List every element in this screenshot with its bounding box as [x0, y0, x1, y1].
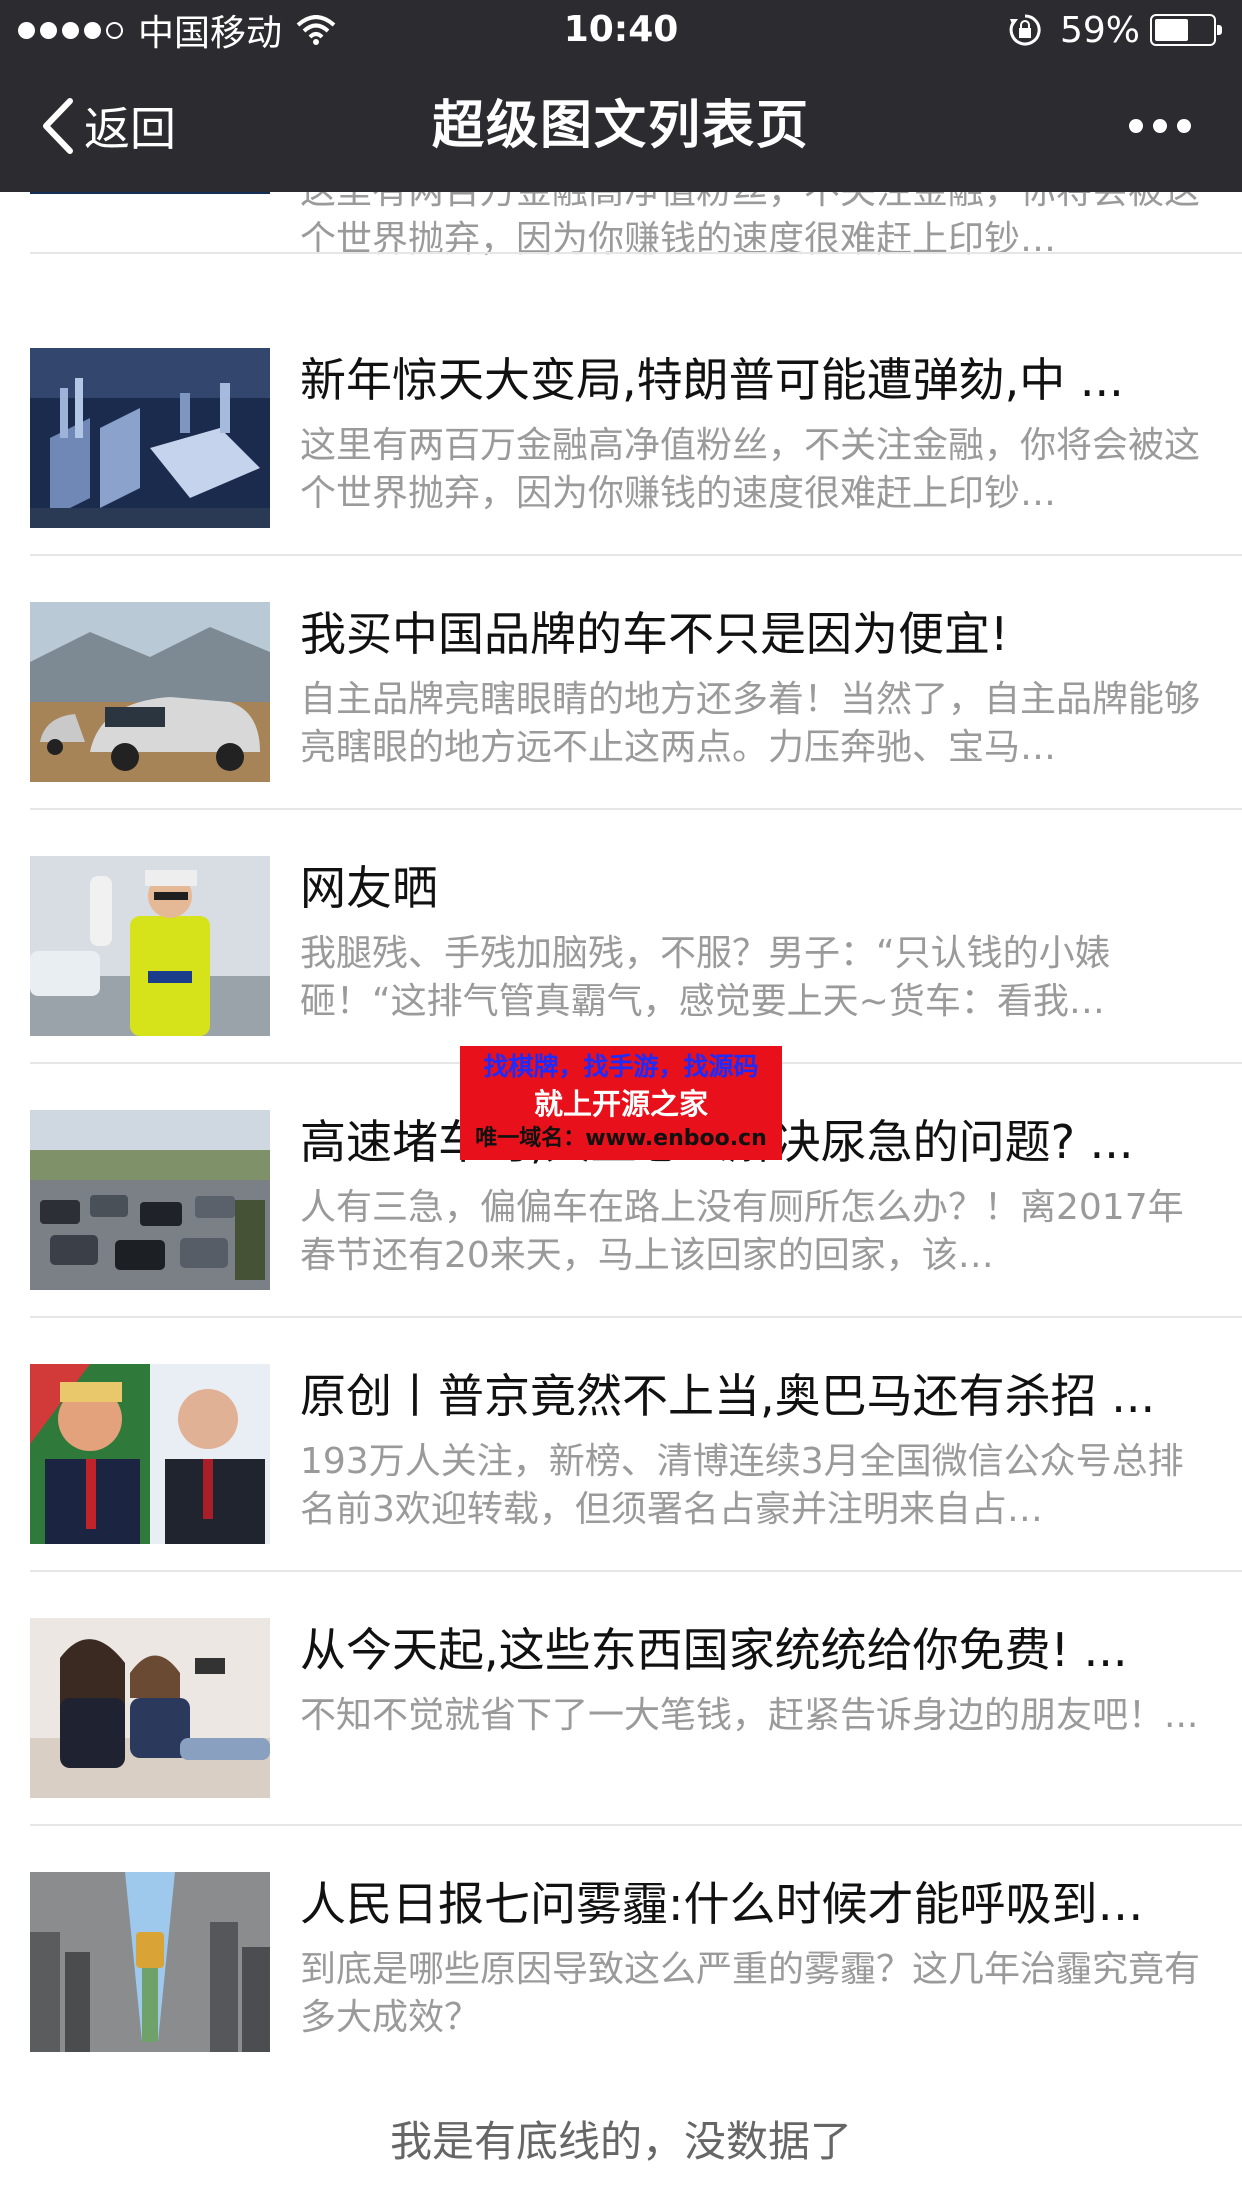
- more-options-icon[interactable]: [1128, 114, 1192, 138]
- item-title: 新年惊天大变局,特朗普可能遭弹劾,中 ...: [300, 353, 1124, 407]
- thumbnail-image: [30, 856, 270, 1036]
- item-description: 到底是哪些原因导致这么严重的雾霾？这几年治霾究竟有多大成效？: [300, 1949, 1200, 2038]
- thumbnail-image: [30, 348, 270, 528]
- list-item[interactable]: 人民日报七问雾霾:什么时候才能呼吸到… 到底是哪些原因导致这么严重的雾霾？这几年…: [0, 1826, 1242, 2080]
- ad-overlay[interactable]: 找棋牌，找手游，找源码 就上开源之家 唯一域名：www.enboo.cn: [460, 1046, 782, 1160]
- list-item[interactable]: 我买中国品牌的车不只是因为便宜! 自主品牌亮瞎眼睛的地方还多着！当然了，自主品牌…: [0, 556, 1242, 810]
- thumbnail-image: [30, 602, 270, 782]
- ad-line-2: 就上开源之家: [533, 1087, 708, 1121]
- item-description: 自主品牌亮瞎眼睛的地方还多着！当然了，自主品牌能够亮瞎眼的地方远不止这两点。力压…: [300, 679, 1200, 768]
- ad-line-1: 找棋牌，找手游，找源码: [483, 1052, 759, 1081]
- thumbnail-image: [30, 1110, 270, 1290]
- list-item[interactable]: 网友晒 我腿残、手残加脑残，不服？男子：“只认钱的小婊砸！“这排气管真霸气，感觉…: [0, 810, 1242, 1064]
- thumbnail-image: [30, 1872, 270, 2052]
- item-description: 人有三急，偏偏车在路上没有厕所怎么办？！离2017年春节还有20来天，马上该回家…: [300, 1187, 1184, 1276]
- item-description: 我腿残、手残加脑残，不服？男子：“只认钱的小婊砸！“这排气管真霸气，感觉要上天~…: [300, 933, 1111, 1022]
- nav-bar: 返回 超级图文列表页: [0, 60, 1242, 192]
- item-title: 人民日报七问雾霾:什么时候才能呼吸到…: [300, 1877, 1144, 1931]
- divider: [30, 252, 1242, 254]
- item-title: 从今天起,这些东西国家统统给你免费! ...: [300, 1623, 1128, 1677]
- status-bar: 中国移动 10:40 59%: [0, 0, 1242, 60]
- battery-icon: [1150, 14, 1222, 46]
- list-item[interactable]: 新年惊天大变局,特朗普可能遭弹劾,中 ... 这里有两百万金融高净值粉丝，不关注…: [0, 302, 1242, 556]
- app-header: 中国移动 10:40 59% 返回 超级图文列表页: [0, 0, 1242, 192]
- list-item[interactable]: 原创丨普京竟然不上当,奥巴马还有杀招 ... 193万人关注，新榜、清博连续3月…: [0, 1318, 1242, 1572]
- item-title: 网友晒: [300, 861, 438, 915]
- item-description: 193万人关注，新榜、清博连续3月全国微信公众号总排名前3欢迎转载，但须署名占豪…: [300, 1441, 1184, 1530]
- item-description: 不知不觉就省下了一大笔钱，赶紧告诉身边的朋友吧！...: [300, 1695, 1199, 1736]
- page: 这里有两百万金融高净值粉丝，不关注金融，你将会被这个世界抛弃，因为你赚钱的速度很…: [0, 0, 1242, 2208]
- list-item[interactable]: 从今天起,这些东西国家统统给你免费! ... 不知不觉就省下了一大笔钱，赶紧告诉…: [0, 1572, 1242, 1826]
- rotation-lock-icon: [1009, 14, 1041, 46]
- page-title: 超级图文列表页: [431, 96, 810, 156]
- item-title: 原创丨普京竟然不上当,奥巴马还有杀招 ...: [300, 1369, 1156, 1423]
- ad-line-3: 唯一域名：www.enboo.cn: [475, 1126, 767, 1151]
- item-title: 我买中国品牌的车不只是因为便宜!: [300, 607, 1009, 661]
- item-description: 这里有两百万金融高净值粉丝，不关注金融，你将会被这个世界抛弃，因为你赚钱的速度很…: [300, 425, 1200, 514]
- thumbnail-image: [30, 1364, 270, 1544]
- thumbnail-image: [30, 1618, 270, 1798]
- battery-percent: 59%: [1059, 9, 1140, 51]
- end-of-list-text: 我是有底线的，没数据了: [389, 2117, 852, 2166]
